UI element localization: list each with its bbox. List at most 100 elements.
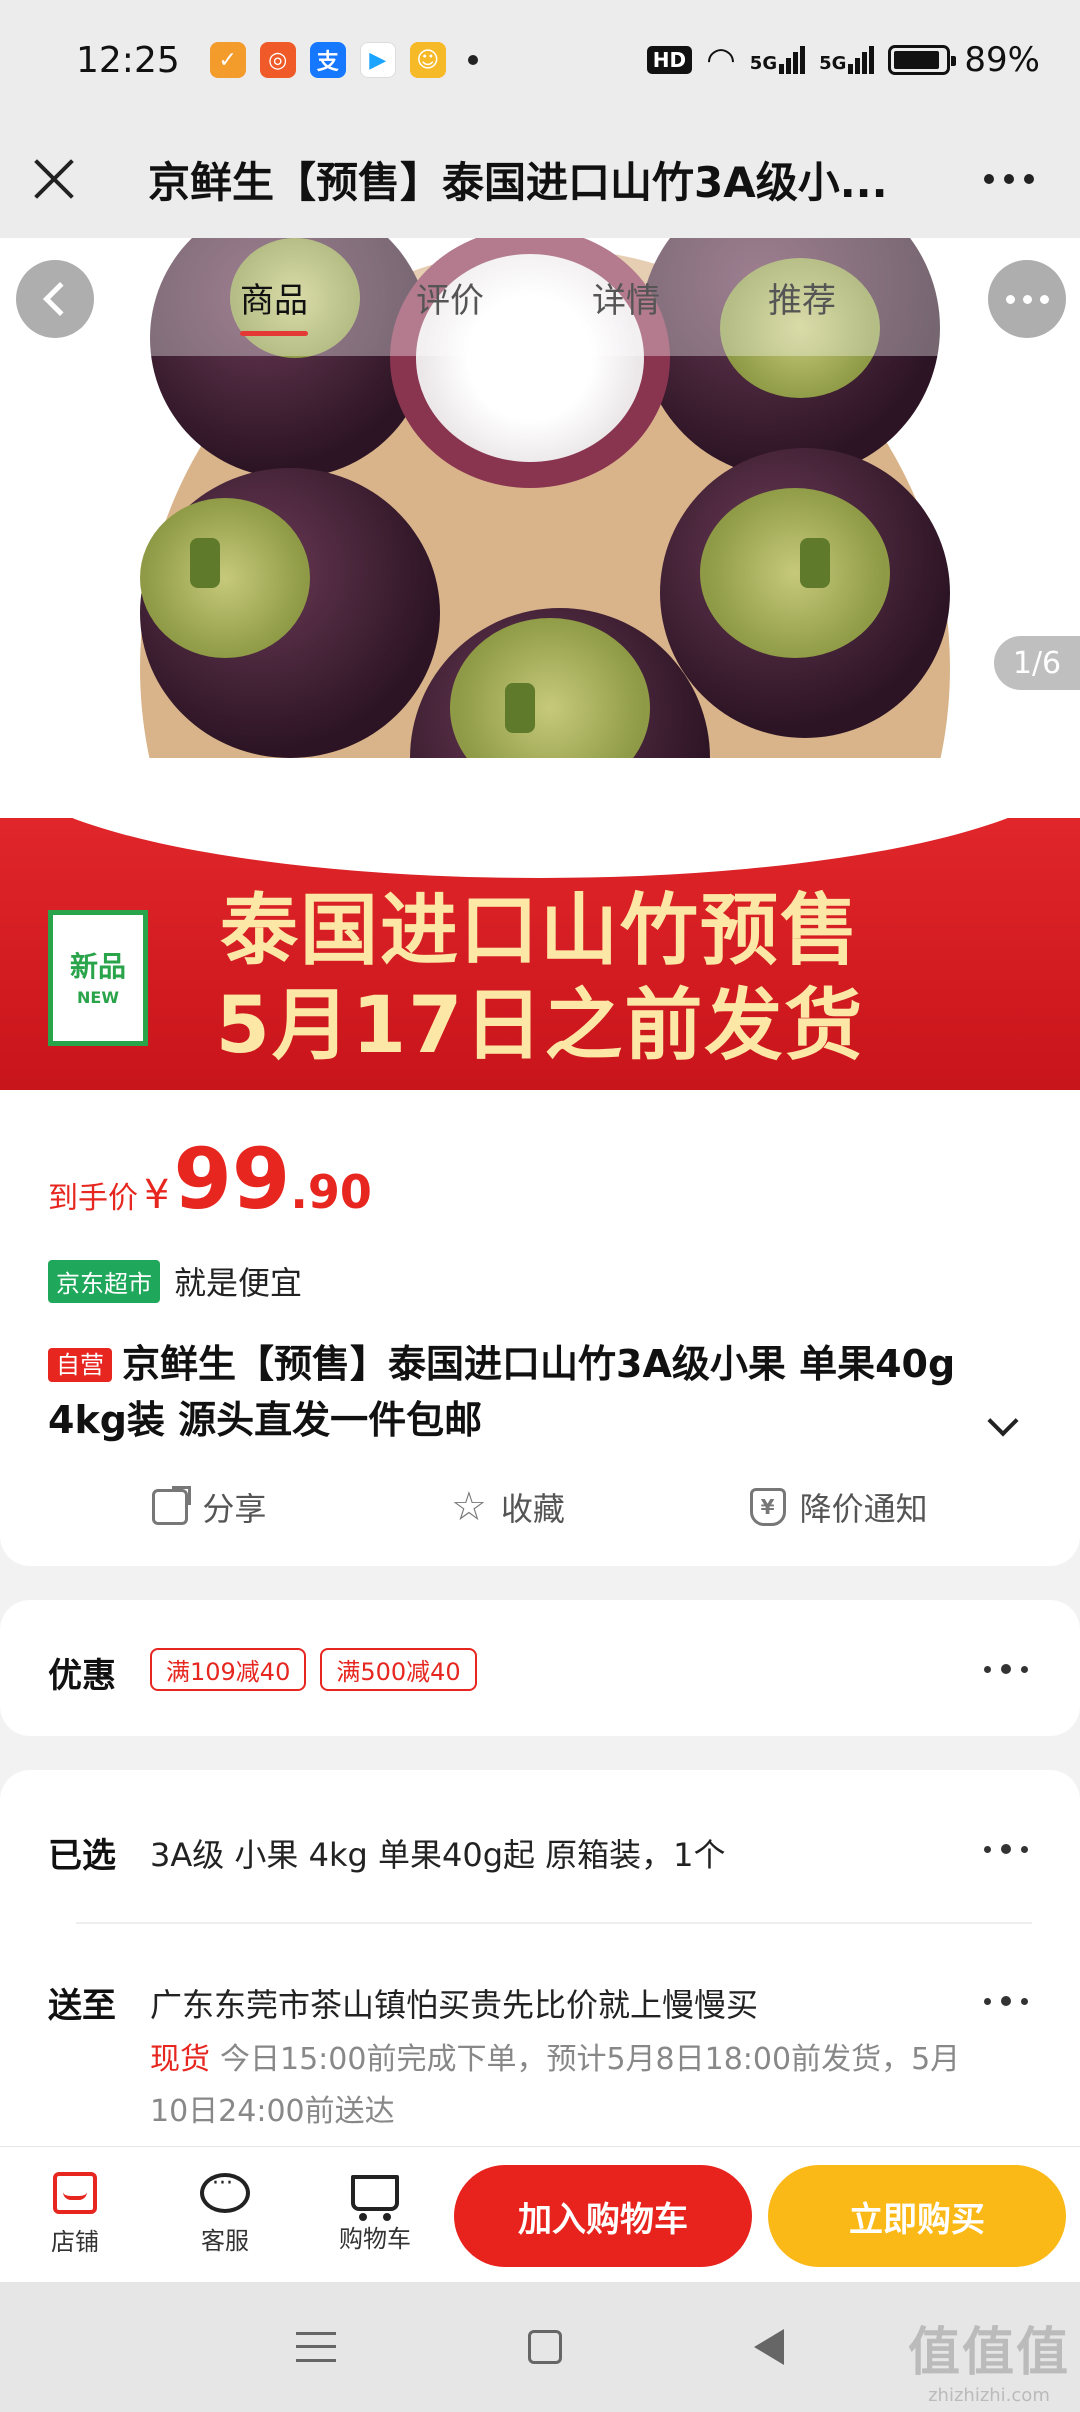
- price-alert-label: 降价通知: [799, 1490, 928, 1528]
- wifi-icon: ◠: [706, 40, 736, 80]
- presale-banner: 泰国进口山竹预售 5月17日之前发货 新品 NEW: [0, 758, 1080, 1090]
- battery-icon: [888, 45, 957, 75]
- watermark: 值值值 zhizhizhi.com: [908, 2310, 1070, 2406]
- fruit-image: [800, 538, 830, 588]
- delivery-estimate: 现货 今日15:00前完成下单，预计5月8日18:00前发货，5月10日24:00…: [150, 2034, 970, 2138]
- more-options-icon[interactable]: [984, 1664, 1028, 1674]
- stock-status: 现货: [150, 2042, 210, 2077]
- discount-card[interactable]: 优惠 满109减40 满500减40: [0, 1600, 1080, 1736]
- product-actions: 分享 ☆ 收藏 ¥ 降价通知: [0, 1484, 1080, 1530]
- store-label: 店铺: [51, 2228, 99, 2256]
- tab-product[interactable]: 商品: [240, 273, 308, 336]
- title-bar: 京鲜生【预售】泰国进口山竹3A级小...: [0, 120, 1080, 238]
- more-options-icon[interactable]: [984, 1844, 1028, 1854]
- share-button[interactable]: 分享: [152, 1484, 266, 1530]
- more-notifications-icon: [467, 55, 478, 65]
- section-tabs: 商品 评价 详情 推荐: [240, 238, 836, 356]
- status-bar: 12:25 ✓ ◎ 支 ▶ ☺ HD ◠ 5G 5G 89%: [0, 0, 1080, 120]
- chevron-left-icon: [43, 282, 77, 316]
- share-icon: [152, 1486, 192, 1525]
- page-title: 京鲜生【预售】泰国进口山竹3A级小...: [148, 157, 888, 207]
- price-integer: 99: [173, 1130, 291, 1228]
- product-title-text: 京鲜生【预售】泰国进口山竹3A级小果 单果40g 4kg装 源头直发一件包邮: [48, 1342, 956, 1442]
- close-icon[interactable]: [30, 155, 78, 203]
- app-notification-icon: ☺: [409, 42, 446, 78]
- jd-supermarket-badge: 京东超市: [48, 1259, 160, 1303]
- back-button[interactable]: [16, 260, 94, 338]
- selected-label: 已选: [48, 1836, 116, 1876]
- section-tab-bar: 商品 评价 详情 推荐: [0, 238, 1080, 356]
- video-app-icon: ▶: [359, 42, 396, 78]
- price-decimal: .90: [290, 1165, 372, 1219]
- price-alert-button[interactable]: ¥ 降价通知: [749, 1484, 928, 1530]
- recent-apps-icon[interactable]: [296, 2332, 336, 2362]
- fruit-image: [190, 538, 220, 588]
- coupon-tag[interactable]: 满500减40: [320, 1648, 477, 1691]
- banner-subline: 5月17日之前发货: [215, 981, 865, 1071]
- new-product-badge: 新品 NEW: [48, 910, 148, 1046]
- discount-label: 优惠: [48, 1656, 116, 1696]
- customer-service-button[interactable]: 客服: [150, 2171, 300, 2256]
- badge-cn: 新品: [69, 949, 126, 983]
- chevron-down-icon[interactable]: [987, 1405, 1019, 1437]
- fruit-image: [700, 488, 890, 658]
- hd-icon: HD: [646, 46, 693, 74]
- image-pager: 1/6: [994, 636, 1080, 690]
- back-icon[interactable]: [754, 2329, 784, 2365]
- coupon-list: 满109减40 满500减40: [150, 1648, 477, 1691]
- tab-details[interactable]: 详情: [592, 273, 660, 322]
- signal-icon: 5G: [750, 46, 806, 74]
- store-row[interactable]: 京东超市 就是便宜: [48, 1258, 302, 1304]
- delivery-note: 今日15:00前完成下单，预计5月8日18:00前发货，5月10日24:00前送…: [150, 2042, 961, 2129]
- tab-recommend[interactable]: 推荐: [768, 273, 836, 322]
- favorite-label: 收藏: [500, 1490, 565, 1528]
- alipay-icon: 支: [309, 42, 346, 78]
- store-button[interactable]: 店铺: [0, 2172, 150, 2257]
- notification-icons: ✓ ◎ 支 ▶ ☺: [209, 42, 478, 78]
- cart-icon: [351, 2175, 399, 2221]
- more-options-icon[interactable]: [984, 174, 1034, 184]
- signal-icon: 5G: [819, 46, 875, 74]
- service-label: 客服: [201, 2227, 249, 2255]
- status-time: 12:25: [76, 39, 180, 81]
- status-right: HD ◠ 5G 5G 89%: [646, 40, 1040, 80]
- product-page: 12:25 ✓ ◎ 支 ▶ ☺ HD ◠ 5G 5G 89% 京鲜生【预售】泰国…: [0, 0, 1080, 2412]
- app-notification-icon: ✓: [209, 42, 246, 78]
- favorite-button[interactable]: ☆ 收藏: [451, 1484, 565, 1530]
- battery-level: 89%: [964, 40, 1040, 80]
- cart-button[interactable]: 购物车: [300, 2175, 450, 2254]
- share-label: 分享: [202, 1490, 267, 1528]
- watermark-text: 值值值: [907, 2323, 1070, 2383]
- selection-card: 已选 3A级 小果 4kg 单果40g起 原箱装，1个 送至 广东东莞市茶山镇怕…: [0, 1770, 1080, 2150]
- add-to-cart-button[interactable]: 加入购物车: [454, 2165, 752, 2267]
- self-operated-badge: 自营: [48, 1348, 112, 1382]
- coupon-tag[interactable]: 满109减40: [150, 1648, 307, 1691]
- badge-en: NEW: [77, 987, 119, 1007]
- more-options-icon[interactable]: [984, 1996, 1028, 2006]
- ship-to-label: 送至: [48, 1986, 116, 2026]
- home-icon[interactable]: [528, 2330, 562, 2364]
- more-button[interactable]: [988, 260, 1066, 338]
- store-icon: [53, 2172, 97, 2214]
- divider: [76, 1922, 1032, 1924]
- selected-spec[interactable]: 3A级 小果 4kg 单果40g起 原箱装，1个: [150, 1830, 726, 1876]
- currency-symbol: ¥: [144, 1172, 170, 1218]
- banner-decoration: [0, 758, 1080, 878]
- bottom-action-bar: 店铺 客服 购物车 加入购物车 立即购买: [0, 2146, 1080, 2282]
- price-tag-icon: ¥: [749, 1488, 786, 1526]
- price-card: 到手价 ¥ 99 .90 京东超市 就是便宜 自营 京鲜生【预售】泰国进口山竹3A…: [0, 1090, 1080, 1566]
- watermark-domain: zhizhizhi.com: [928, 2385, 1050, 2406]
- shipping-address[interactable]: 广东东莞市茶山镇怕买贵先比价就上慢慢买: [150, 1980, 758, 2026]
- cart-label: 购物车: [339, 2225, 411, 2253]
- system-navigation-bar: 值值值 zhizhizhi.com: [0, 2282, 1080, 2412]
- product-title: 自营 京鲜生【预售】泰国进口山竹3A级小果 单果40g 4kg装 源头直发一件包邮: [48, 1336, 978, 1448]
- store-slogan: 就是便宜: [174, 1264, 303, 1302]
- fruit-image: [505, 683, 535, 733]
- tab-reviews[interactable]: 评价: [416, 273, 484, 322]
- fruit-image: [140, 498, 310, 658]
- buy-now-button[interactable]: 立即购买: [768, 2165, 1066, 2267]
- product-image-carousel[interactable]: 泰国进口山竹预售 5月17日之前发货 新品 NEW 1/6: [0, 238, 1080, 1090]
- chat-icon: [200, 2171, 250, 2213]
- app-notification-icon: ◎: [259, 42, 296, 78]
- star-icon: ☆: [451, 1484, 487, 1530]
